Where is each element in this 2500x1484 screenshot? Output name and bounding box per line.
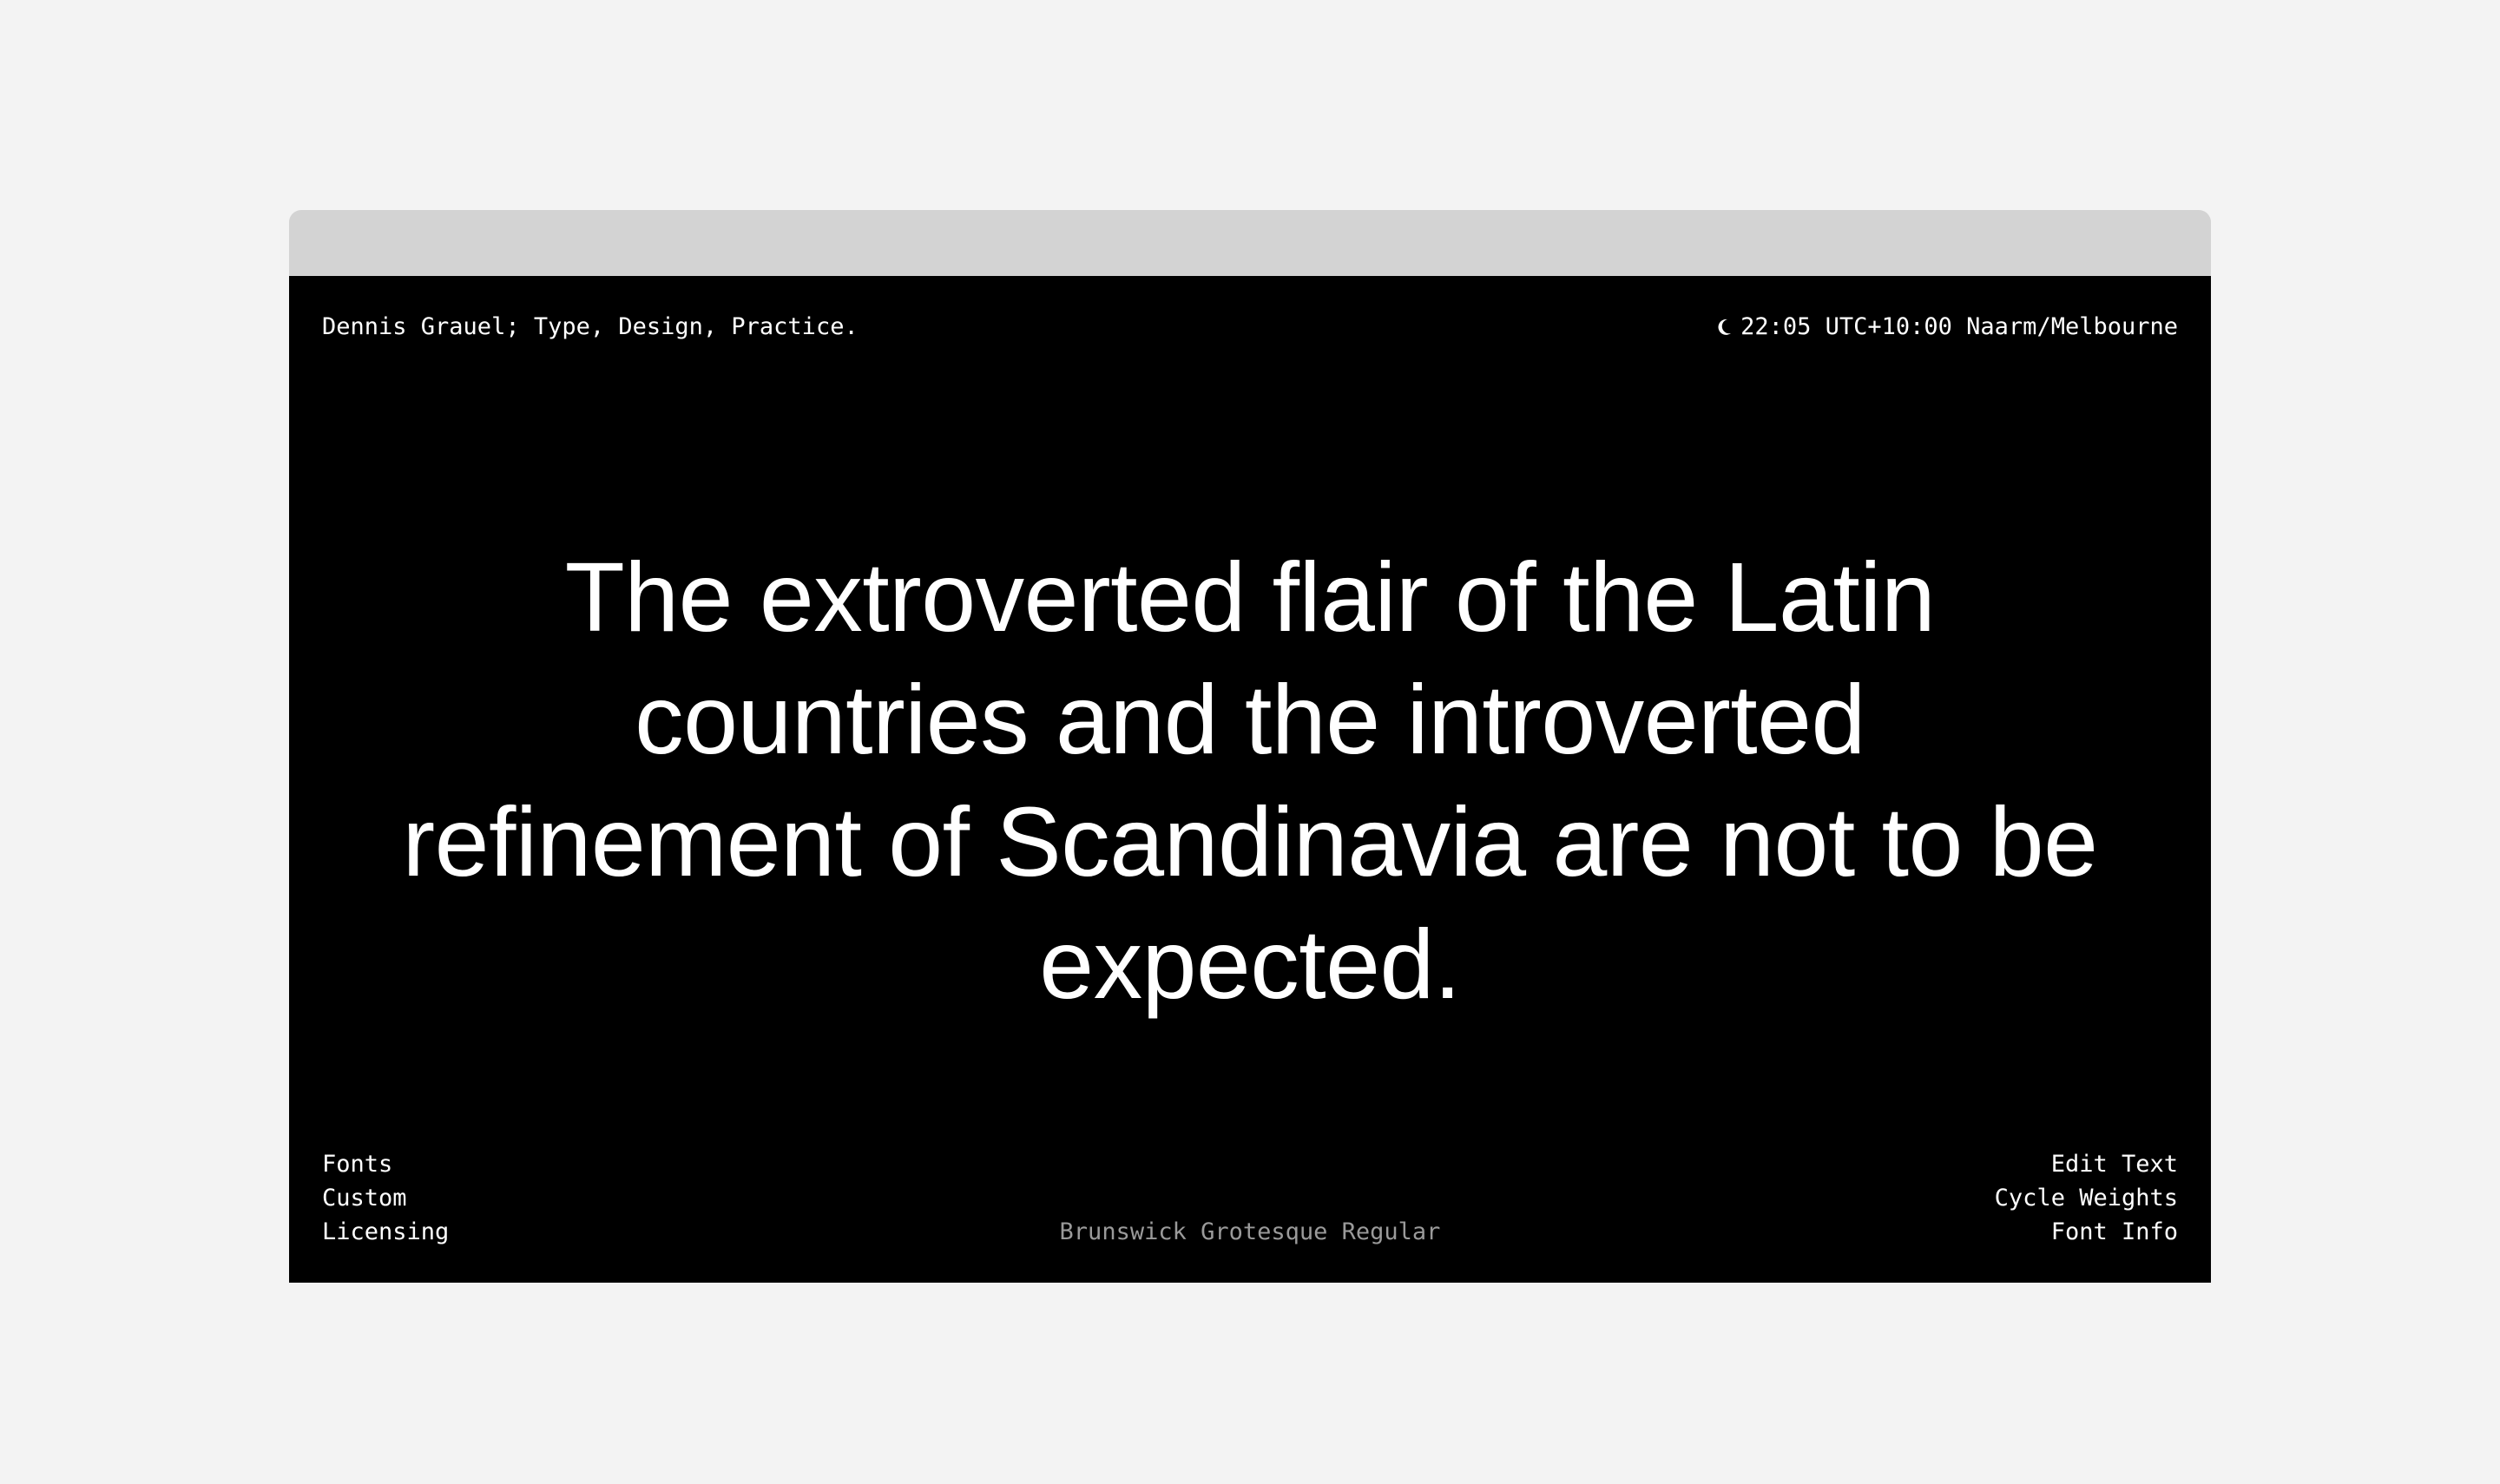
specimen-controls: Edit Text Cycle Weights Font Info bbox=[1995, 1147, 2178, 1249]
nav-custom-link[interactable]: Custom bbox=[322, 1181, 449, 1215]
nav-fonts-link[interactable]: Fonts bbox=[322, 1147, 449, 1181]
site-canvas: Dennis Grauel; Type, Design, Practice. 2… bbox=[289, 276, 2211, 1283]
cycle-weights-button[interactable]: Cycle Weights bbox=[1995, 1181, 2178, 1215]
current-font-name: Brunswick Grotesque Regular bbox=[1059, 1218, 1441, 1245]
window-titlebar bbox=[289, 210, 2211, 276]
site-title-link[interactable]: Dennis Grauel; Type, Design, Practice. bbox=[322, 310, 859, 344]
edit-text-button[interactable]: Edit Text bbox=[2051, 1147, 2178, 1181]
type-specimen-text[interactable]: The extroverted flair of the Latin count… bbox=[393, 536, 2107, 1026]
clock-text: 22:05 UTC+10:00 Naarm/Melbourne bbox=[1740, 313, 2178, 340]
local-time-display: 22:05 UTC+10:00 Naarm/Melbourne bbox=[1718, 310, 2178, 344]
browser-window: Dennis Grauel; Type, Design, Practice. 2… bbox=[289, 210, 2211, 1283]
font-info-button[interactable]: Font Info bbox=[2051, 1215, 2178, 1249]
moon-icon bbox=[1718, 318, 1732, 336]
